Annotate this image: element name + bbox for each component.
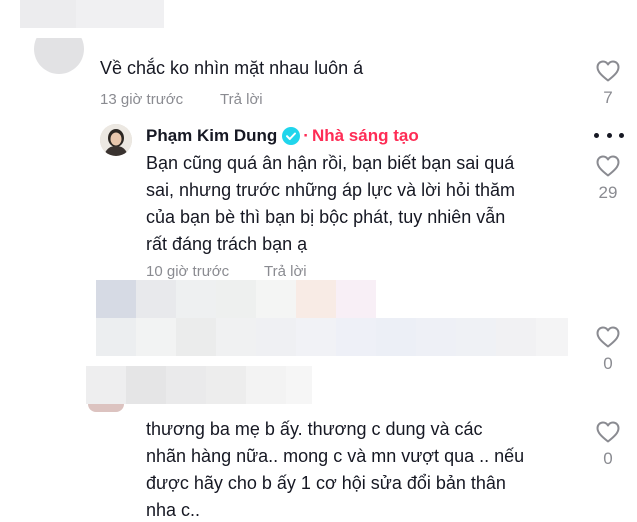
like-count: 29 — [598, 183, 618, 202]
censored-block — [296, 280, 336, 318]
censored-block — [536, 318, 568, 356]
reply-text-line: sai, nhưng trước những áp lực và lời hỏi… — [146, 180, 515, 200]
censored-block — [456, 318, 496, 356]
reply-author-row: Phạm Kim Dung · Nhà sáng tạo — [146, 124, 419, 148]
like-button[interactable]: 29 — [593, 155, 623, 203]
censored-block — [136, 280, 176, 318]
like-button[interactable]: 7 — [593, 60, 623, 108]
censored-block — [496, 318, 536, 356]
comment-timestamp: 13 giờ trước — [100, 91, 184, 108]
censored-block — [206, 366, 246, 404]
more-dots-icon[interactable] — [594, 133, 624, 141]
censored-block — [336, 280, 376, 318]
blurred-username-block-2 — [76, 0, 164, 28]
like-count: 0 — [603, 354, 613, 373]
censored-block — [416, 318, 456, 356]
like-count: 7 — [603, 88, 613, 107]
comment-text-line: nhãn hàng nữa.. mong c và mn vượt qua ..… — [146, 446, 525, 466]
censored-block — [96, 280, 136, 318]
censored-block — [216, 280, 256, 318]
reply-avatar[interactable] — [100, 124, 132, 156]
comment-text: Về chắc ko nhìn mặt nhau luôn á — [100, 58, 364, 78]
separator-dot: · — [303, 126, 309, 145]
censored-block — [336, 318, 376, 356]
censored-block — [296, 318, 336, 356]
censored-block — [176, 280, 216, 318]
avatar[interactable] — [34, 38, 84, 76]
blurred-username-block-1 — [20, 0, 76, 28]
censored-block — [256, 318, 296, 356]
reply-text-line: rất đáng trách bạn ạ — [146, 234, 308, 254]
comment-text-line: thương ba mẹ b ấy. thương c dung và các — [146, 419, 483, 439]
censored-block — [176, 318, 216, 356]
censored-block — [96, 318, 136, 356]
censored-block — [136, 318, 176, 356]
author-name[interactable]: Phạm Kim Dung — [146, 126, 277, 146]
avatar[interactable] — [88, 404, 124, 412]
like-button[interactable]: 0 — [593, 421, 623, 469]
like-count: 0 — [603, 449, 613, 468]
reply-link[interactable]: Trả lời — [220, 91, 263, 108]
censored-block — [86, 366, 126, 404]
censored-block — [256, 280, 296, 318]
creator-badge: Nhà sáng tạo — [311, 126, 419, 145]
reply-link[interactable]: Trả lời — [264, 263, 307, 280]
heart-outline-icon — [596, 326, 620, 348]
verified-check-icon — [282, 127, 301, 145]
reply-text-line: của bạn bè thì bạn bị bộc phát, tuy nhiê… — [146, 207, 506, 227]
heart-outline-icon — [596, 60, 620, 82]
heart-outline-icon — [596, 421, 620, 443]
reply-timestamp: 10 giờ trước — [146, 263, 230, 280]
censored-block — [126, 366, 166, 404]
censored-block — [216, 318, 256, 356]
reply-text-line: Bạn cũng quá ân hận rồi, bạn biết bạn sa… — [146, 153, 515, 173]
censored-block — [246, 366, 286, 404]
comment-text-line: nha c.. — [146, 500, 201, 520]
like-button[interactable]: 0 — [593, 326, 623, 374]
comment-text-line: được hãy cho b ấy 1 cơ hội sửa đổi bản t… — [146, 473, 506, 493]
censored-block — [166, 366, 206, 404]
censored-block — [286, 366, 312, 404]
heart-outline-icon — [596, 155, 620, 177]
censored-block — [376, 318, 416, 356]
